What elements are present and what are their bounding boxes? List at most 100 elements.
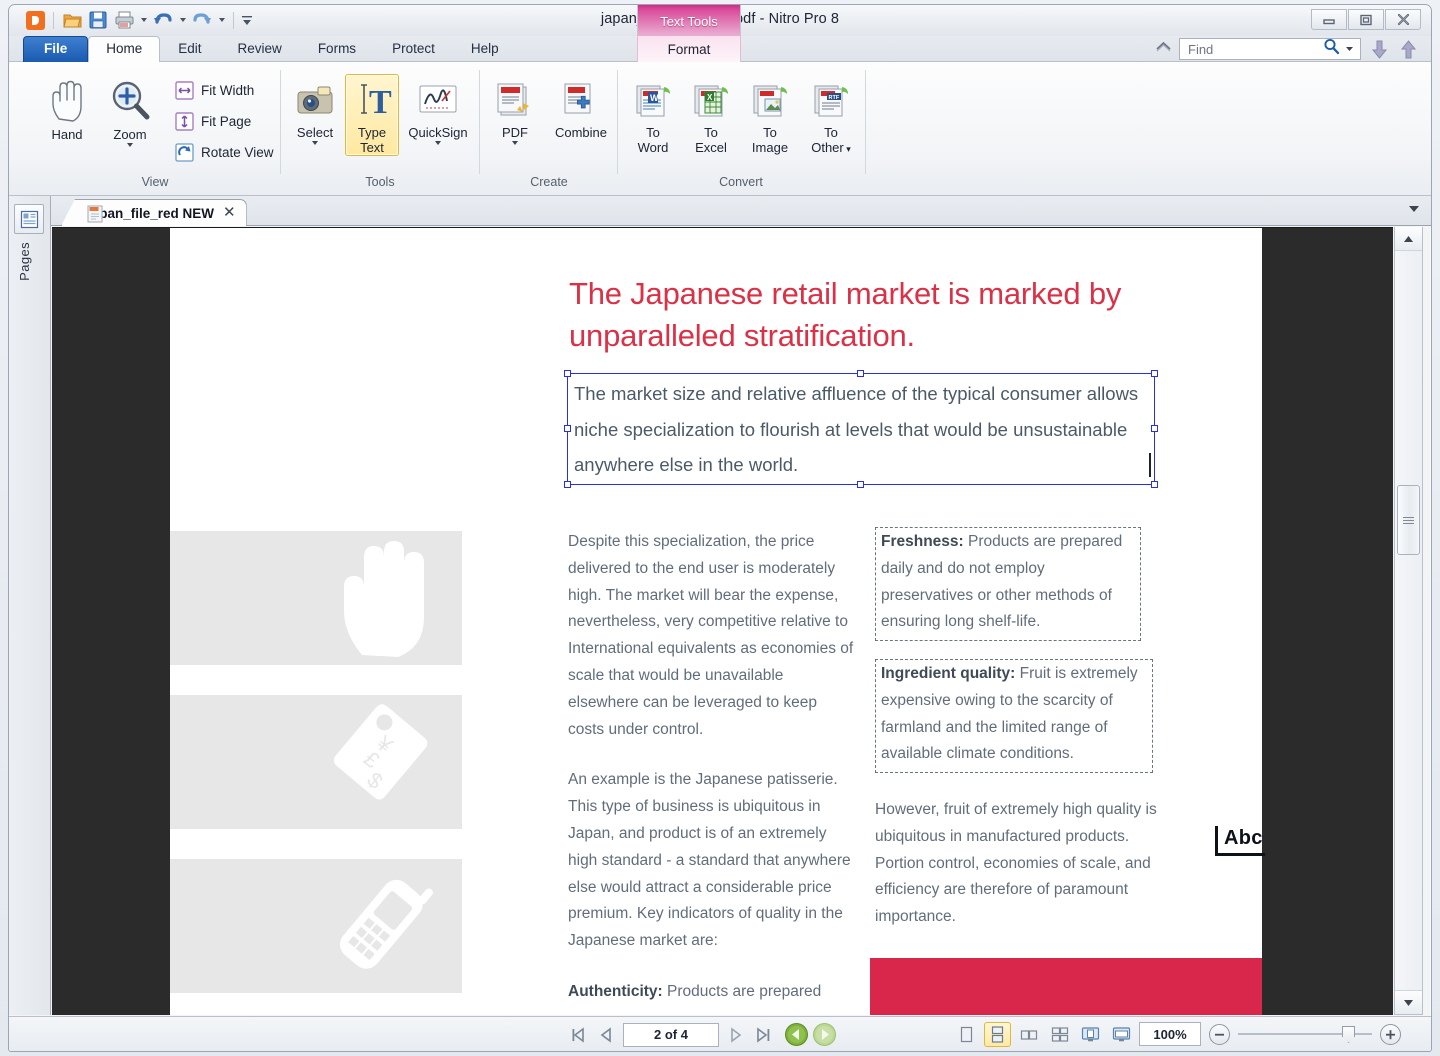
continuous-page-icon (991, 1026, 1004, 1043)
document-canvas[interactable]: The Japanese retail market is marked by … (52, 227, 1393, 1015)
paragraph: Despite this specialization, the price d… (568, 533, 854, 738)
chevron-down-icon[interactable] (1345, 40, 1354, 58)
type-text-tool-button[interactable]: T Type Text (345, 74, 399, 156)
find-next-button[interactable] (1368, 38, 1390, 60)
resize-handle-middle-right[interactable] (1151, 425, 1158, 432)
tab-review[interactable]: Review (220, 36, 300, 62)
zoom-level-input[interactable]: 100% (1139, 1022, 1201, 1046)
scroll-down-button[interactable] (1395, 990, 1422, 1014)
help-chevron-icon[interactable] (1155, 39, 1172, 59)
ribbon-group-convert-label: Convert (719, 175, 763, 189)
view-mode-facing[interactable] (1015, 1022, 1042, 1047)
nitro-logo-icon[interactable] (23, 8, 47, 32)
combine-button[interactable]: Combine (546, 74, 616, 141)
to-other-dropdown-icon[interactable]: ▾ (844, 144, 851, 154)
quick-access-toolbar (23, 8, 254, 32)
customize-qat-icon[interactable] (240, 8, 254, 32)
create-pdf-button[interactable]: PDF (486, 74, 544, 146)
resize-handle-middle-left[interactable] (564, 425, 571, 432)
close-button[interactable] (1385, 9, 1421, 30)
previous-view-button[interactable] (784, 1022, 809, 1047)
chevron-down-icon[interactable] (1409, 206, 1419, 212)
resize-handle-top-right[interactable] (1151, 370, 1158, 377)
quicksign-tool-button[interactable]: QuickSign (401, 74, 475, 146)
zoom-slider[interactable] (1238, 1025, 1372, 1043)
previous-page-button[interactable] (594, 1023, 620, 1047)
tab-protect[interactable]: Protect (374, 36, 453, 62)
restore-button[interactable] (1348, 9, 1384, 30)
text-box-freshness[interactable]: Freshness: Products are prepared daily a… (875, 527, 1141, 641)
type-text-label-line1: Type (357, 125, 387, 140)
first-page-button[interactable] (565, 1023, 591, 1047)
fit-page-screen-icon (1081, 1027, 1100, 1042)
quicksign-dropdown-icon[interactable] (435, 141, 441, 145)
document-tab-bar: japan_file_red NEW ✕ (9, 196, 1431, 226)
print-icon[interactable] (112, 8, 136, 32)
redo-dropdown-icon[interactable] (216, 8, 227, 32)
scrollbar-thumb[interactable] (1397, 485, 1420, 555)
zoom-tool-button[interactable]: Zoom (99, 74, 161, 148)
document-tab[interactable]: japan_file_red NEW ✕ (61, 199, 247, 226)
close-icon[interactable]: ✕ (223, 205, 236, 220)
zoom-out-button[interactable] (1209, 1023, 1230, 1045)
hand-tool-button[interactable]: Hand (37, 74, 97, 143)
resize-handle-top-left[interactable] (564, 370, 571, 377)
find-previous-button[interactable] (1397, 38, 1419, 60)
to-word-label-line2: Word (637, 140, 669, 155)
next-page-button[interactable] (722, 1023, 748, 1047)
zoom-slider-thumb[interactable] (1342, 1026, 1355, 1043)
tab-help[interactable]: Help (453, 36, 517, 62)
fit-width-button[interactable]: Fit Width (171, 76, 278, 104)
decorative-panel-mobile-phone (170, 859, 462, 993)
text-box-ingredient-quality[interactable]: Ingredient quality: Fruit is extremely e… (875, 659, 1153, 773)
last-page-button[interactable] (751, 1023, 777, 1047)
to-excel-button[interactable]: X To Excel (682, 74, 740, 156)
view-mode-fit-width[interactable] (1108, 1022, 1135, 1047)
print-dropdown-icon[interactable] (138, 8, 149, 32)
group-sep-3 (617, 70, 618, 174)
body-left-column[interactable]: Despite this specialization, the price d… (568, 529, 854, 1015)
resize-handle-bottom-right[interactable] (1151, 481, 1158, 488)
view-mode-single-page[interactable] (953, 1022, 980, 1047)
zoom-in-button[interactable] (1380, 1023, 1401, 1045)
vertical-scrollbar[interactable] (1394, 227, 1423, 1015)
to-image-button[interactable]: To Image (740, 74, 800, 156)
page-number-input[interactable]: 2 of 4 (623, 1022, 719, 1047)
redo-icon[interactable] (190, 8, 214, 32)
tab-edit[interactable]: Edit (160, 36, 219, 62)
select-dropdown-icon[interactable] (312, 141, 318, 145)
pdf-page[interactable]: The Japanese retail market is marked by … (170, 228, 1262, 1015)
minimize-button[interactable] (1311, 9, 1347, 30)
create-pdf-dropdown-icon[interactable] (512, 141, 518, 145)
body-right-column[interactable]: However, fruit of extremely high quality… (875, 797, 1157, 955)
scroll-up-button[interactable] (1395, 227, 1422, 251)
tab-format[interactable]: Format (637, 36, 741, 62)
sidebar-item-pages[interactable] (14, 204, 44, 234)
select-tool-button[interactable]: Select (287, 74, 343, 146)
undo-icon[interactable] (151, 8, 175, 32)
save-disk-icon[interactable] (86, 8, 110, 32)
find-input[interactable]: Find (1179, 38, 1361, 60)
open-folder-icon[interactable] (60, 8, 84, 32)
view-mode-fit-page[interactable] (1077, 1022, 1104, 1047)
next-view-button[interactable] (812, 1022, 837, 1047)
tab-file[interactable]: File (23, 36, 89, 62)
resize-handle-top-center[interactable] (857, 370, 864, 377)
tab-home[interactable]: Home (88, 36, 161, 62)
to-other-button[interactable]: RTF To Other ▾ (800, 74, 862, 158)
selected-text-box[interactable]: The market size and relative affluence o… (564, 370, 1158, 488)
fit-page-button[interactable]: Fit Page (171, 107, 278, 135)
magnifier-icon[interactable] (1323, 38, 1340, 60)
zoom-tool-label: Zoom (113, 127, 147, 142)
resize-handle-bottom-left[interactable] (564, 481, 571, 488)
prev-page-icon (600, 1026, 611, 1043)
view-mode-continuous-facing[interactable] (1046, 1022, 1073, 1047)
to-word-button[interactable]: W To Word (624, 74, 682, 156)
view-mode-continuous[interactable] (984, 1022, 1011, 1047)
rotate-view-button[interactable]: Rotate View (171, 138, 278, 166)
tab-forms[interactable]: Forms (300, 36, 374, 62)
ribbon-tab-strip: File Home Edit Review Forms Protect Help… (9, 36, 1431, 62)
resize-handle-bottom-center[interactable] (857, 481, 864, 488)
zoom-dropdown-icon[interactable] (127, 143, 133, 147)
undo-dropdown-icon[interactable] (177, 8, 188, 32)
